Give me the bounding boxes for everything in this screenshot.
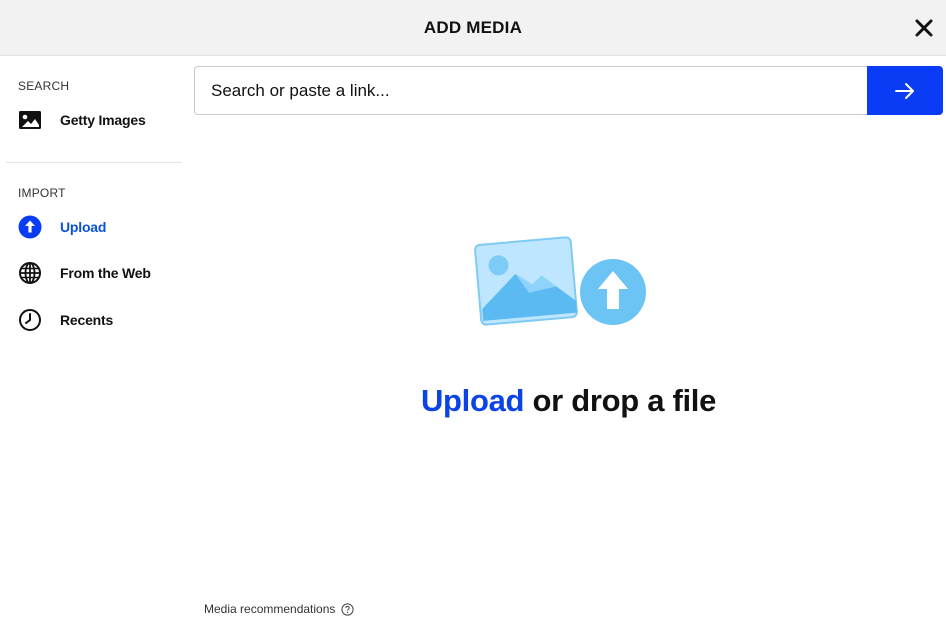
sidebar-item-label: Recents	[60, 312, 114, 328]
sidebar-item-label: Upload	[60, 219, 107, 235]
sidebar: SEARCH Getty Images IMPORT Upload From t…	[0, 56, 184, 617]
search-section-label: SEARCH	[18, 79, 70, 93]
sidebar-item-upload[interactable]: Upload	[18, 213, 178, 241]
search-input[interactable]	[194, 66, 867, 115]
import-section-label: IMPORT	[18, 186, 66, 200]
sidebar-divider	[6, 162, 182, 163]
search-submit-button[interactable]	[867, 66, 943, 115]
clock-icon	[18, 308, 42, 332]
close-button[interactable]	[910, 14, 938, 42]
image-icon	[18, 108, 42, 132]
upload-link[interactable]: Upload	[421, 383, 525, 418]
upload-icon	[18, 215, 42, 239]
drop-instructions: Upload or drop a file	[194, 383, 943, 419]
media-recommendations-link[interactable]: Media recommendations	[204, 602, 355, 616]
sidebar-item-label: Getty Images	[60, 112, 146, 128]
globe-icon	[18, 261, 42, 285]
close-icon	[915, 19, 933, 37]
sidebar-item-label: From the Web	[60, 265, 151, 281]
upload-illustration-icon	[474, 236, 646, 326]
search-bar	[194, 66, 943, 115]
help-icon[interactable]	[341, 602, 355, 616]
arrow-right-icon	[895, 82, 914, 99]
sidebar-item-from-the-web[interactable]: From the Web	[18, 259, 178, 287]
sidebar-item-recents[interactable]: Recents	[18, 306, 178, 334]
dialog-header: ADD MEDIA	[0, 0, 946, 56]
sidebar-item-getty-images[interactable]: Getty Images	[18, 106, 178, 134]
drop-text-rest: or drop a file	[524, 383, 717, 418]
dialog-title: ADD MEDIA	[423, 18, 523, 37]
media-recommendations-label: Media recommendations	[204, 602, 336, 616]
